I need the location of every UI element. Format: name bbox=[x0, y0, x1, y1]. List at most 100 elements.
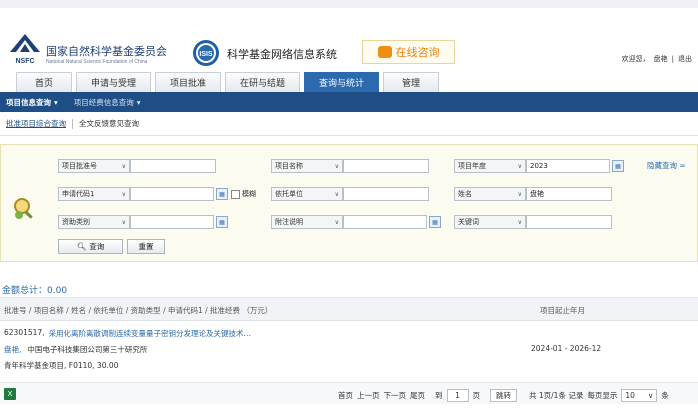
hide-query-link[interactable]: 隐藏查询 ≈ bbox=[647, 160, 686, 171]
field-row1-col1: 项目批准号 ∨ bbox=[58, 159, 216, 173]
online-consult-label: 在线咨询 bbox=[395, 46, 440, 59]
jump-button[interactable]: 跳转 bbox=[490, 389, 517, 402]
top-strip bbox=[0, 0, 698, 8]
user-area: 欢迎您， 盘艳 | 退出 bbox=[622, 54, 692, 64]
tab-home[interactable]: 首页 bbox=[16, 72, 72, 92]
select-text: 关键词 bbox=[458, 218, 479, 226]
next-page-link[interactable]: 下一页 bbox=[384, 390, 407, 401]
subnav-project-funds-query[interactable]: 项目经费信息查询 ▾ bbox=[68, 97, 151, 108]
row-line-3: 青年科学基金项目, F0110, 30.00 bbox=[4, 361, 119, 370]
field-type-select-7[interactable]: 资助类别 ∨ bbox=[58, 215, 130, 229]
user-name: 盘艳 bbox=[653, 55, 668, 63]
last-page-link[interactable]: 尾页 bbox=[410, 390, 425, 401]
project-title-link[interactable]: 采用化离阶离散调制连续变量量子密钥分发理论及关键技术… bbox=[49, 328, 252, 339]
system-title: 科学基金网络信息系统 bbox=[227, 48, 337, 61]
calendar-icon[interactable]: ▦ bbox=[612, 160, 624, 172]
nsfc-logo-icon: NSFC bbox=[10, 34, 40, 65]
field-type-select-9[interactable]: 关键词 ∨ bbox=[454, 215, 526, 229]
chevron-down-icon: ∨ bbox=[334, 162, 339, 170]
field-row1-col3: 项目年度 ∨ 2023 ▦ bbox=[454, 159, 624, 173]
project-period: 2024-01 - 2026-12 bbox=[531, 344, 602, 353]
tab-query-stats[interactable]: 查询与统计 bbox=[304, 72, 380, 92]
tab-application[interactable]: 申请与受理 bbox=[76, 72, 152, 92]
caret-down-icon: ▾ bbox=[136, 97, 141, 107]
chat-bubble-icon bbox=[377, 46, 392, 58]
online-consult-button[interactable]: 在线咨询 bbox=[362, 40, 455, 64]
page: NSFC 国家自然科学基金委员会 National Natural Scienc… bbox=[0, 0, 698, 412]
project-year-input[interactable]: 2023 bbox=[526, 159, 610, 173]
main-nav: 首页 申请与受理 项目批准 在研与结题 查询与统计 管理 bbox=[0, 70, 698, 92]
subnav-label: 项目信息查询 bbox=[6, 97, 51, 107]
table-row: 62301517, 采用化离阶离散调制连续变量量子密钥分发理论及关键技术… 盘艳… bbox=[0, 322, 698, 374]
amount-total: 金额总计：0.00 bbox=[2, 286, 68, 296]
search-panel: 隐藏查询 ≈ 项目批准号 ∨ 项目名称 ∨ 项目年度 ∨ 2023 ▦ 申请代码1 ∨ … bbox=[0, 144, 698, 262]
row-line-2: 盘艳, 中国电子科技集团公司第三十研究所 bbox=[4, 344, 147, 355]
query-button[interactable]: 🔍︎ 查询 bbox=[58, 239, 123, 254]
chevron-down-icon: ∨ bbox=[517, 162, 522, 170]
nsfc-logo-text: NSFC bbox=[15, 58, 34, 65]
funding-category-input[interactable] bbox=[130, 215, 214, 229]
org-subtitle: National Natural Science Foundation of C… bbox=[46, 59, 148, 65]
sub-nav: 项目信息查询 ▾ 项目经费信息查询 ▾ bbox=[0, 92, 698, 112]
project-name-input[interactable] bbox=[343, 159, 429, 173]
caret-down-icon: ▾ bbox=[54, 97, 58, 107]
pagination-bar: X 首页 上一页 下一页 尾页 到 1 页 跳转 共 1页/1条 记录 每页显示… bbox=[0, 382, 698, 404]
approval-number-input[interactable] bbox=[130, 159, 216, 173]
note-input[interactable] bbox=[343, 215, 427, 229]
fuzzy-checkbox[interactable] bbox=[231, 189, 240, 199]
select-text: 申请代码1 bbox=[62, 190, 95, 198]
chevron-down-icon: ∨ bbox=[334, 190, 339, 198]
select-text: 项目年度 bbox=[458, 162, 486, 170]
person-name-input[interactable]: 盘艳 bbox=[526, 187, 612, 201]
tab-feedback-query[interactable]: 全文反馈意见查询 bbox=[73, 117, 145, 131]
column-header-period: 项目起止年月 bbox=[540, 306, 585, 315]
field-type-select-5[interactable]: 依托单位 ∨ bbox=[271, 187, 343, 201]
institution-name: 中国电子科技集团公司第三十研究所 bbox=[27, 345, 148, 354]
query-button-label: 查询 bbox=[89, 242, 105, 251]
field-type-select-2[interactable]: 项目名称 ∨ bbox=[271, 159, 343, 173]
header: NSFC 国家自然科学基金委员会 National Natural Scienc… bbox=[0, 8, 698, 70]
subnav-label: 项目经费信息查询 bbox=[73, 97, 134, 107]
tab-management[interactable]: 管理 bbox=[383, 72, 440, 92]
tab-ongoing[interactable]: 在研与结题 bbox=[225, 72, 301, 92]
logout-link[interactable]: 退出 bbox=[678, 54, 692, 64]
field-type-select-6[interactable]: 姓名 ∨ bbox=[454, 187, 526, 201]
chevron-down-icon: ∨ bbox=[334, 218, 339, 226]
chevron-down-icon: ∨ bbox=[121, 218, 126, 226]
field-type-select-3[interactable]: 项目年度 ∨ bbox=[454, 159, 526, 173]
query-type-tabs: 批准项目综合查询 全文反馈意见查询 bbox=[0, 112, 698, 136]
user-separator: | bbox=[671, 55, 674, 63]
subnav-project-info-query[interactable]: 项目信息查询 ▾ bbox=[0, 97, 68, 108]
select-text: 项目名称 bbox=[275, 162, 303, 170]
field-row2-col1: 申请代码1 ∨ ▦ 模糊 bbox=[58, 187, 256, 201]
prev-page-link[interactable]: 上一页 bbox=[357, 390, 380, 401]
tab-approved-project-query[interactable]: 批准项目综合查询 bbox=[0, 117, 72, 131]
code-picker-icon[interactable]: ▦ bbox=[216, 188, 228, 200]
per-page-select[interactable]: 10 ∨ bbox=[621, 389, 658, 402]
select-text: 姓名 bbox=[458, 190, 472, 198]
person-link[interactable]: 盘艳, bbox=[4, 344, 21, 355]
select-text: 项目批准号 bbox=[62, 162, 97, 170]
keyword-input[interactable] bbox=[526, 215, 612, 229]
apply-code-input[interactable] bbox=[130, 187, 214, 201]
reset-button[interactable]: 重置 bbox=[127, 239, 165, 254]
note-picker-icon[interactable]: ▦ bbox=[429, 216, 441, 228]
goto-prefix: 到 bbox=[435, 391, 443, 400]
category-picker-icon[interactable]: ▦ bbox=[216, 216, 228, 228]
field-row3-col3: 关键词 ∨ bbox=[454, 215, 612, 229]
search-icon: 🔍︎ bbox=[76, 242, 87, 251]
field-row3-col1: 资助类别 ∨ ▦ bbox=[58, 215, 228, 229]
field-type-select-8[interactable]: 附注说明 ∨ bbox=[271, 215, 343, 229]
institution-input[interactable] bbox=[343, 187, 429, 201]
chevron-down-icon: ∨ bbox=[121, 190, 126, 198]
chevron-down-icon: ∨ bbox=[517, 190, 522, 198]
total-records: 共 1页/1条 记录 bbox=[529, 391, 584, 400]
select-text: 资助类别 bbox=[62, 218, 90, 226]
field-type-select-1[interactable]: 项目批准号 ∨ bbox=[58, 159, 130, 173]
tab-approval[interactable]: 项目批准 bbox=[155, 72, 222, 92]
field-type-select-4[interactable]: 申请代码1 ∨ bbox=[58, 187, 130, 201]
page-number-input[interactable]: 1 bbox=[446, 389, 469, 402]
first-page-link[interactable]: 首页 bbox=[338, 390, 353, 401]
excel-export-icon[interactable]: X bbox=[4, 388, 16, 400]
field-row2-col3: 姓名 ∨ 盘艳 bbox=[454, 187, 612, 201]
